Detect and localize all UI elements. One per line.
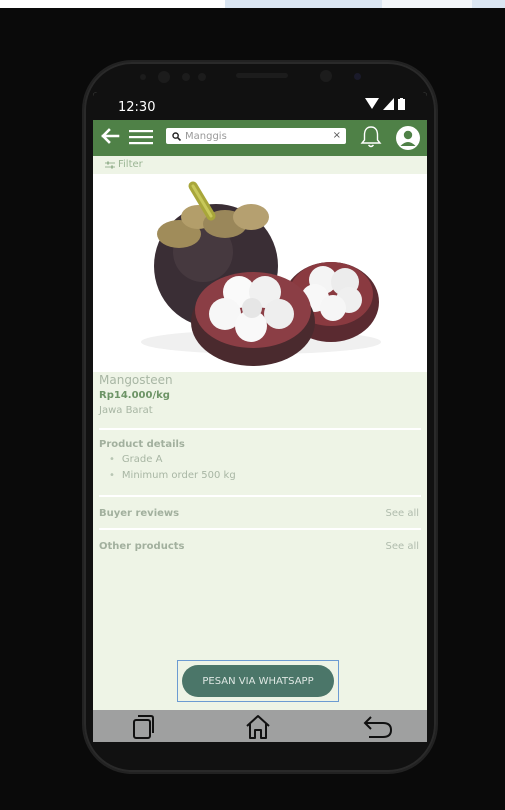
phone-sensor bbox=[354, 73, 361, 80]
phone-speaker bbox=[236, 73, 288, 78]
phone-front-camera bbox=[158, 71, 170, 83]
phone-sensor bbox=[198, 73, 206, 81]
back-icon[interactable] bbox=[363, 715, 393, 739]
recent-apps-icon[interactable] bbox=[131, 715, 155, 739]
phone-sensor bbox=[140, 74, 146, 80]
filter-label: Filter bbox=[118, 159, 143, 170]
product-details-section: Product details • Grade A • Minimum order … bbox=[99, 439, 421, 486]
status-bar: 12:30 bbox=[93, 92, 427, 120]
phone-iris-sensor bbox=[320, 70, 332, 82]
bell-icon[interactable] bbox=[359, 124, 383, 150]
search-bar[interactable]: × bbox=[166, 128, 346, 144]
divider bbox=[99, 495, 421, 497]
list-item: • Minimum order 500 kg bbox=[109, 470, 236, 481]
divider bbox=[99, 528, 421, 530]
status-time: 12:30 bbox=[118, 100, 156, 115]
product-details-list: • Grade A • Minimum order 500 kg bbox=[109, 454, 421, 481]
android-nav-bar bbox=[93, 710, 427, 742]
order-via-whatsapp-button[interactable]: PESAN VIA WHATSAPP bbox=[182, 665, 334, 697]
filter-row: Filter bbox=[93, 156, 427, 174]
product-name: Mangosteen bbox=[99, 373, 173, 387]
status-icons bbox=[365, 98, 405, 110]
top-strip-tab bbox=[382, 0, 472, 8]
phone-sensor bbox=[182, 73, 190, 81]
mangosteen-image bbox=[141, 181, 381, 366]
other-products-title: Other products bbox=[99, 541, 185, 552]
app-bar: × bbox=[93, 120, 427, 156]
hamburger-menu-icon[interactable] bbox=[129, 128, 153, 146]
back-arrow-icon[interactable] bbox=[100, 127, 120, 145]
divider bbox=[99, 428, 421, 430]
other-products-see-all-link[interactable]: See all bbox=[385, 541, 419, 552]
filter-button[interactable]: Filter bbox=[105, 159, 143, 170]
buyer-reviews-title: Buyer reviews bbox=[99, 508, 180, 519]
list-item: • Grade A bbox=[109, 454, 163, 465]
home-icon[interactable] bbox=[244, 713, 272, 741]
product-details-title: Product details bbox=[99, 439, 185, 450]
buyer-reviews-section: Buyer reviews See all bbox=[99, 508, 421, 519]
clear-search-button[interactable]: × bbox=[333, 130, 341, 141]
product-price: Rp14.000/kg bbox=[99, 390, 170, 401]
other-products-section: Other products See all bbox=[99, 541, 421, 552]
whatsapp-button-container: PESAN VIA WHATSAPP bbox=[177, 660, 339, 702]
product-info: Mangosteen Rp14.000/kg Jawa Barat bbox=[99, 373, 421, 416]
signal-icon bbox=[383, 98, 394, 110]
filter-icon bbox=[105, 161, 115, 168]
product-region: Jawa Barat bbox=[99, 405, 153, 416]
app-screen: 12:30 × bbox=[93, 92, 427, 742]
battery-icon bbox=[398, 98, 405, 110]
buyer-reviews-see-all-link[interactable]: See all bbox=[385, 508, 419, 519]
search-icon bbox=[172, 131, 181, 141]
search-input[interactable] bbox=[181, 130, 329, 142]
browser-top-strip bbox=[0, 0, 505, 8]
product-image bbox=[93, 174, 427, 372]
user-avatar-icon[interactable] bbox=[395, 125, 421, 151]
wifi-icon bbox=[365, 98, 379, 109]
